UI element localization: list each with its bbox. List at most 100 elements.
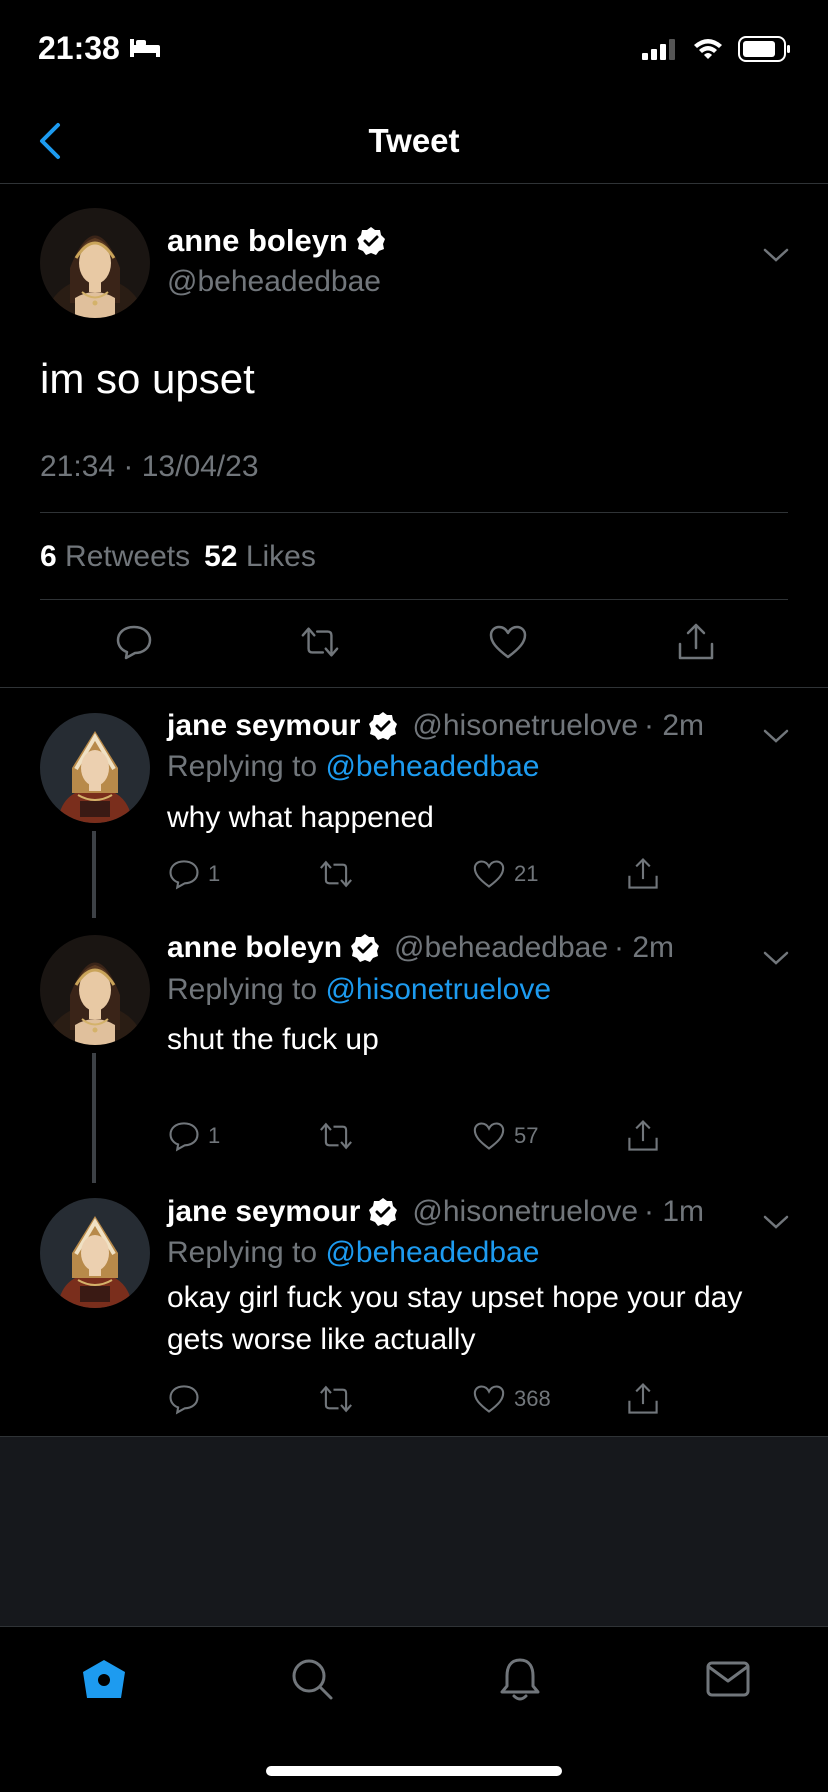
reply-header: jane seymour @hisonetruelove · 1m (167, 1195, 704, 1229)
empty-area (0, 1436, 828, 1626)
likes-stat[interactable]: 52 Likes (204, 540, 316, 574)
author-handle[interactable]: @beheadedbae (167, 265, 381, 299)
divider (40, 599, 788, 600)
search-icon (292, 1659, 333, 1700)
reply-actions: 1 21 (0, 856, 828, 896)
share-button[interactable] (626, 1381, 660, 1417)
avatar[interactable] (40, 713, 150, 823)
retweet-icon (320, 1385, 352, 1413)
author-handle[interactable]: @hisonetruelove (412, 709, 638, 743)
retweet-button[interactable] (300, 622, 340, 662)
reply-icon (116, 625, 152, 660)
replying-to: Replying to @beheadedbae (167, 750, 540, 783)
retweet-icon (320, 1122, 352, 1150)
share-icon (628, 858, 658, 889)
status-time: 21:38 (38, 30, 162, 67)
author-name[interactable]: jane seymour (167, 1195, 360, 1229)
main-tweet: anne boleyn @beheadedbae im so upset 21:… (0, 185, 828, 688)
tab-home[interactable] (74, 1649, 134, 1709)
mention-link[interactable]: @hisonetruelove (325, 973, 551, 1006)
like-button[interactable] (488, 622, 528, 662)
reply-button[interactable]: 1 (168, 1118, 220, 1154)
heart-icon (473, 1122, 505, 1150)
reply-text: shut the fuck up (167, 1023, 379, 1056)
clock-label: 21:38 (38, 30, 120, 66)
tab-notifications[interactable] (490, 1649, 550, 1709)
reply-tweet[interactable]: jane seymour @hisonetruelove · 2m Replyi… (0, 688, 828, 918)
tweet-text: im so upset (40, 355, 255, 402)
share-icon (678, 623, 714, 660)
battery-icon (738, 36, 792, 67)
reply-button[interactable] (114, 622, 154, 662)
replying-to: Replying to @hisonetruelove (167, 973, 552, 1006)
reply-age: · 2m (614, 931, 675, 964)
verified-badge-icon (350, 933, 380, 963)
retweet-icon (301, 627, 339, 657)
retweet-button[interactable] (318, 856, 362, 892)
retweet-icon (320, 860, 352, 888)
like-button[interactable]: 21 (472, 856, 538, 892)
reply-tweet[interactable]: anne boleyn @beheadedbae · 2m Replying t… (0, 918, 828, 1183)
tweet-stats: 6 Retweets 52 Likes (40, 540, 316, 574)
reply-button[interactable]: 1 (168, 856, 220, 892)
tab-search[interactable] (282, 1649, 342, 1709)
reply-age: · 1m (644, 1195, 705, 1228)
mention-link[interactable]: @beheadedbae (325, 1236, 539, 1269)
like-button[interactable]: 57 (472, 1118, 538, 1154)
share-button[interactable] (626, 856, 660, 892)
avatar[interactable] (40, 935, 150, 1045)
chevron-down-icon[interactable] (762, 726, 790, 746)
reply-icon (169, 1385, 199, 1415)
nav-bar: Tweet (0, 100, 828, 184)
avatar[interactable] (40, 208, 150, 318)
reply-header: jane seymour @hisonetruelove · 2m (167, 709, 704, 743)
heart-icon (473, 860, 505, 888)
reply-actions: 1 57 (0, 1118, 828, 1158)
retweet-button[interactable] (318, 1118, 362, 1154)
author-name[interactable]: anne boleyn (167, 223, 386, 259)
verified-badge-icon (356, 227, 385, 255)
reply-header: anne boleyn @beheadedbae · 2m (167, 931, 674, 965)
chevron-down-icon[interactable] (762, 1212, 790, 1232)
share-button[interactable] (676, 622, 716, 662)
author-name[interactable]: jane seymour (167, 709, 360, 743)
mention-link[interactable]: @beheadedbae (325, 750, 539, 783)
chevron-down-icon[interactable] (762, 245, 790, 265)
bed-icon (128, 30, 162, 67)
page-title: Tweet (368, 122, 460, 159)
retweets-stat[interactable]: 6 Retweets (40, 540, 190, 574)
cellular-signal-icon (642, 38, 678, 65)
reply-icon (169, 860, 199, 890)
status-bar: 21:38 (0, 0, 828, 100)
heart-icon (489, 625, 527, 659)
tweet-actions (0, 622, 828, 672)
tweet-timestamp: 21:34 · 13/04/23 (40, 450, 259, 483)
reply-text: why what happened (167, 801, 434, 834)
chevron-down-icon[interactable] (762, 948, 790, 968)
author-handle[interactable]: @beheadedbae (394, 931, 608, 965)
avatar[interactable] (40, 1198, 150, 1308)
reply-count: 1 (208, 1123, 221, 1148)
wifi-icon (692, 37, 724, 66)
notifications-icon (500, 1658, 540, 1701)
share-icon (628, 1383, 658, 1414)
divider (40, 512, 788, 513)
verified-badge-icon (368, 1197, 398, 1227)
reply-actions: 368 (0, 1381, 828, 1421)
reply-age: · 2m (644, 709, 705, 742)
reply-tweet[interactable]: jane seymour @hisonetruelove · 1m Replyi… (0, 1183, 828, 1436)
home-icon (83, 1660, 125, 1698)
reply-count: 1 (208, 861, 221, 886)
share-button[interactable] (626, 1118, 660, 1154)
reply-icon (169, 1122, 199, 1152)
author-name[interactable]: anne boleyn (167, 931, 342, 965)
like-button[interactable]: 368 (472, 1381, 551, 1417)
reply-text: okay girl fuck you stay upset hope your … (167, 1281, 743, 1356)
tab-messages[interactable] (698, 1649, 758, 1709)
messages-icon (706, 1661, 750, 1697)
author-handle[interactable]: @hisonetruelove (412, 1195, 638, 1229)
reply-button[interactable] (168, 1381, 208, 1417)
retweet-button[interactable] (318, 1381, 362, 1417)
home-indicator[interactable] (266, 1766, 562, 1776)
author-name-label: anne boleyn (167, 223, 348, 258)
